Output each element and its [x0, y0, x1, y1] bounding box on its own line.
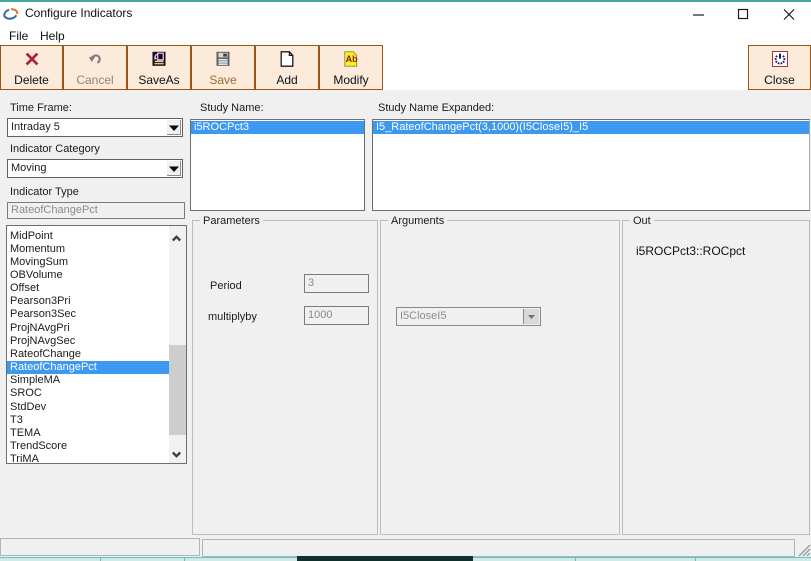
svg-text:Ab: Ab — [346, 54, 358, 64]
